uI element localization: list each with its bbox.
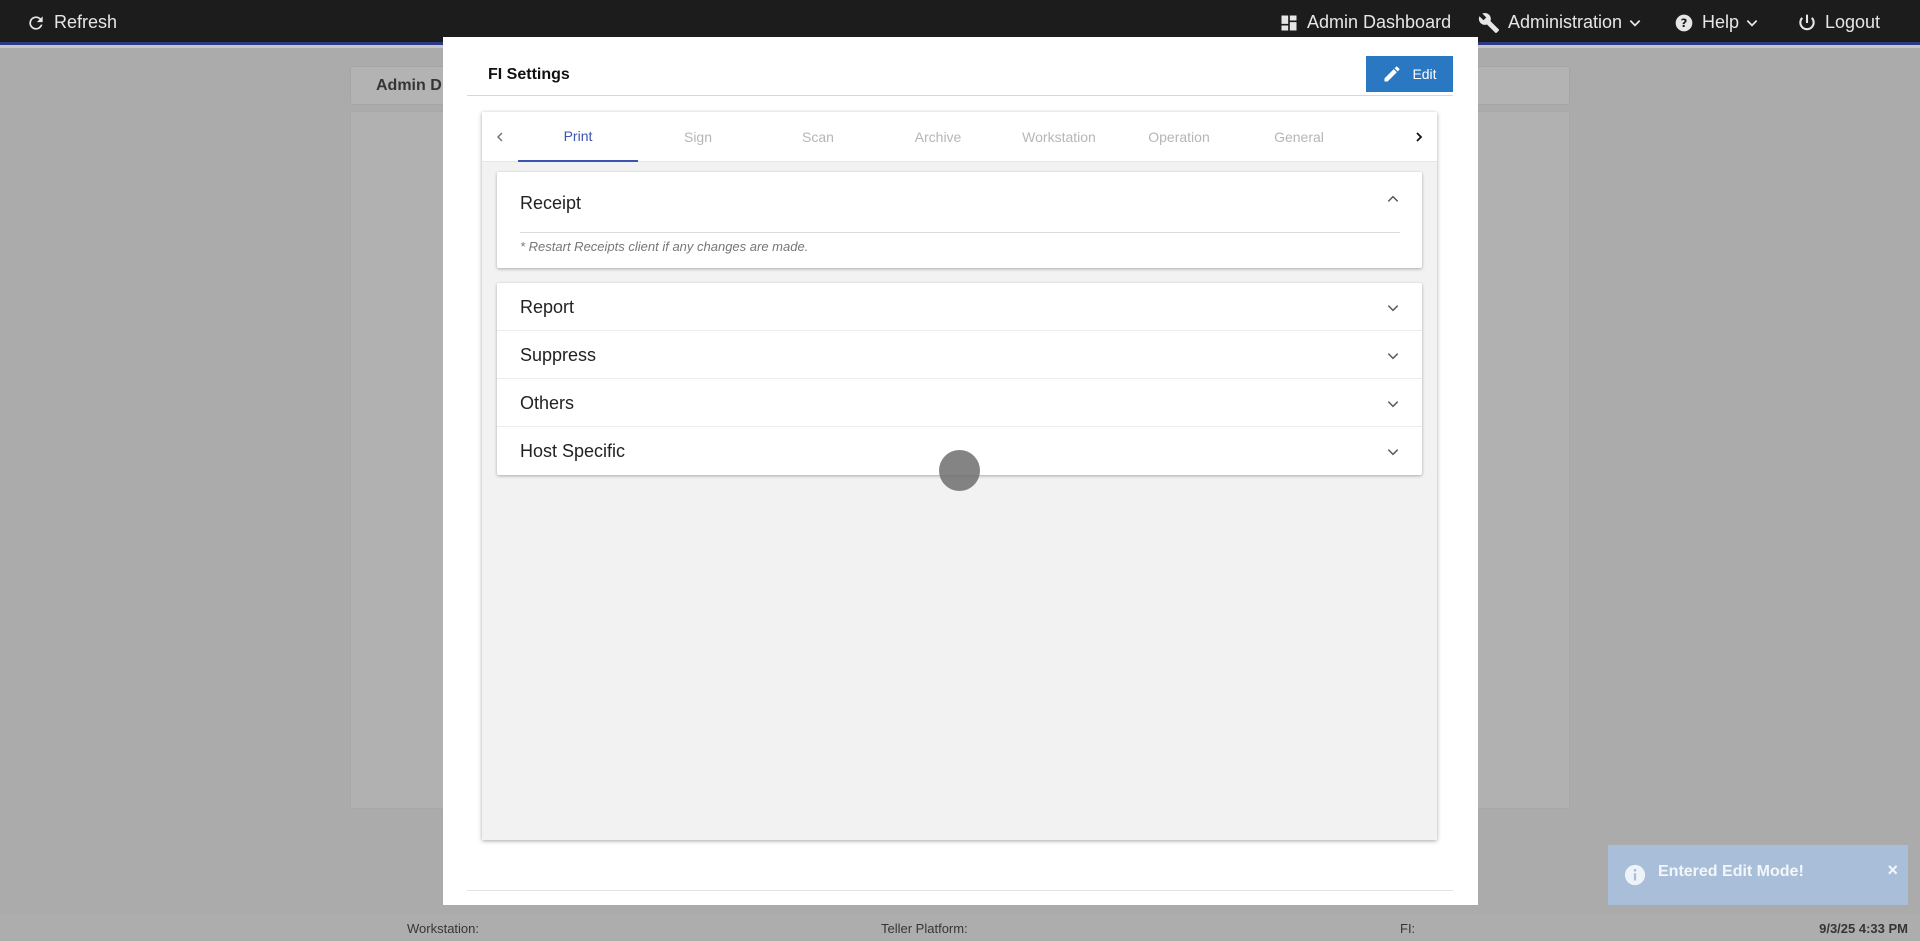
tab-workstation[interactable]: Workstation <box>999 112 1119 162</box>
administration-menu[interactable]: Administration <box>1478 0 1642 45</box>
tab-print[interactable]: Print <box>518 112 638 162</box>
chevron-down-icon <box>1387 305 1399 312</box>
section-title: Suppress <box>520 345 597 365</box>
modal-header: FI Settings Edit <box>467 56 1453 96</box>
tab-bar: Print Sign Scan Archive Workstation Oper… <box>482 112 1437 162</box>
section-suppress[interactable]: Suppress <box>497 331 1422 379</box>
receipt-restart-note: * Restart Receipts client if any changes… <box>520 239 809 254</box>
tab-scan[interactable]: Scan <box>758 112 878 162</box>
receipt-panel: Receipt * Restart Receipts client if any… <box>497 172 1422 268</box>
tab-truncated[interactable]: F <box>1358 112 1401 162</box>
refresh-icon <box>29 15 43 30</box>
section-title: Report <box>520 297 575 317</box>
chevron-left-icon <box>496 132 503 142</box>
refresh-button[interactable]: Refresh <box>26 0 117 45</box>
tab-operation[interactable]: Operation <box>1119 112 1239 162</box>
edit-mode-toast: Entered Edit Mode! × <box>1608 845 1908 905</box>
tab-scroll-right-button[interactable] <box>1401 112 1437 162</box>
administration-label: Administration <box>1508 12 1623 32</box>
divider <box>520 232 1400 233</box>
chevron-down-icon <box>1387 353 1399 360</box>
tab-scroll-left-button[interactable] <box>482 112 518 162</box>
chevron-up-icon[interactable] <box>1386 192 1400 206</box>
tab-sign[interactable]: Sign <box>638 112 758 162</box>
section-title: Host Specific <box>520 441 626 461</box>
logout-button[interactable]: Logout <box>1797 0 1880 45</box>
settings-sections: Report Suppress Others Host Specific <box>497 283 1422 475</box>
chevron-down-icon <box>1746 19 1758 27</box>
help-icon: ? <box>1675 14 1693 31</box>
dashboard-icon <box>1281 15 1297 30</box>
tab-general[interactable]: General <box>1239 112 1359 162</box>
info-icon <box>1624 864 1646 886</box>
receipt-panel-title[interactable]: Receipt <box>520 193 581 214</box>
tabs-list: Print Sign Scan Archive Workstation Oper… <box>518 112 1401 162</box>
chevron-down-icon <box>1629 19 1641 27</box>
close-icon[interactable]: × <box>1887 860 1898 881</box>
section-others[interactable]: Others <box>497 379 1422 427</box>
pencil-icon <box>1384 66 1400 82</box>
edit-label: Edit <box>1412 66 1437 82</box>
cursor-indicator <box>939 450 980 491</box>
admin-dashboard-label: Admin Dashboard <box>1307 12 1452 32</box>
power-icon <box>1799 14 1815 30</box>
section-title: Others <box>520 393 575 413</box>
svg-text:?: ? <box>1681 16 1688 30</box>
help-label: Help <box>1702 12 1740 32</box>
wrench-icon <box>1478 12 1500 33</box>
logout-label: Logout <box>1825 12 1881 32</box>
refresh-label: Refresh <box>54 12 118 32</box>
chevron-down-icon <box>1387 401 1399 408</box>
edit-button[interactable]: Edit <box>1366 56 1453 92</box>
modal-title: FI Settings <box>488 66 570 83</box>
toast-message: Entered Edit Mode! <box>1658 863 1804 880</box>
modal-body: Print Sign Scan Archive Workstation Oper… <box>467 107 1453 891</box>
help-menu[interactable]: ? Help <box>1674 0 1759 45</box>
chevron-down-icon <box>1387 449 1399 456</box>
section-report[interactable]: Report <box>497 283 1422 331</box>
chevron-right-icon <box>1416 132 1423 142</box>
tab-archive[interactable]: Archive <box>878 112 998 162</box>
